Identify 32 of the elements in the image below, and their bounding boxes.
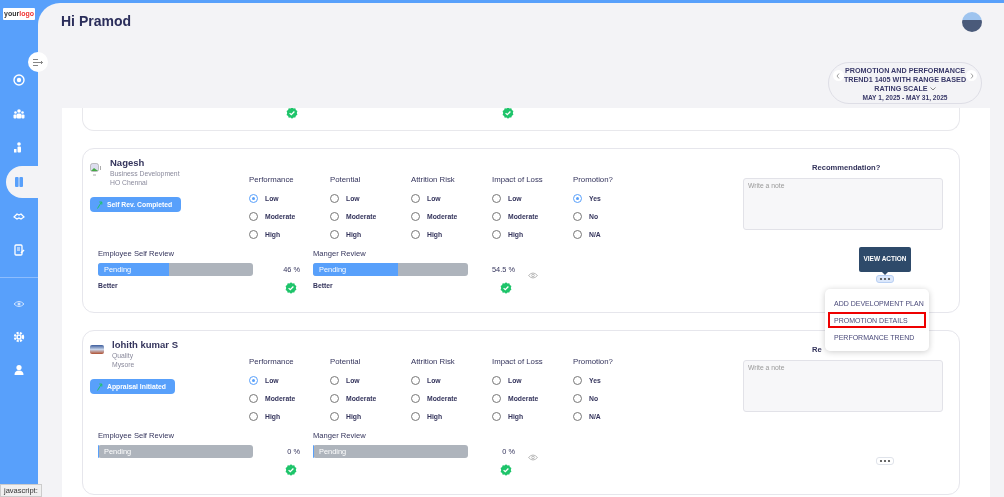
avatar[interactable] bbox=[962, 12, 982, 32]
eye-icon bbox=[13, 298, 25, 310]
photo-placeholder bbox=[90, 345, 104, 354]
employee-name: lohith kumar S bbox=[112, 339, 178, 351]
employee-name: Nagesh bbox=[110, 157, 146, 169]
eye-icon[interactable] bbox=[528, 454, 538, 461]
chevron-right-icon bbox=[969, 72, 974, 79]
sidebar-item[interactable] bbox=[6, 166, 38, 198]
caret-icon bbox=[929, 86, 936, 91]
next-button[interactable] bbox=[966, 70, 977, 81]
more-icon bbox=[877, 276, 893, 282]
chevron-left-icon bbox=[836, 72, 841, 79]
more-icon bbox=[877, 458, 893, 464]
check-icon bbox=[285, 282, 297, 294]
check-icon bbox=[500, 282, 512, 294]
target-icon bbox=[13, 74, 25, 86]
team-icon bbox=[13, 108, 25, 120]
more-button[interactable] bbox=[876, 457, 894, 465]
check-icon bbox=[285, 464, 297, 476]
previous-button[interactable] bbox=[833, 70, 844, 81]
collapse-icon bbox=[33, 58, 43, 66]
collapse-button[interactable] bbox=[28, 52, 48, 72]
broken-image-icon bbox=[90, 163, 102, 177]
document-edit-icon bbox=[13, 244, 25, 256]
arrow-icon bbox=[97, 200, 103, 209]
more-button[interactable] bbox=[876, 275, 894, 283]
arrow-icon bbox=[97, 382, 103, 391]
greeting: Hi Pramod bbox=[61, 13, 131, 31]
user-icon bbox=[13, 364, 25, 376]
eye-icon[interactable] bbox=[528, 272, 538, 279]
check-icon bbox=[500, 464, 512, 476]
settings-icon bbox=[13, 331, 25, 343]
